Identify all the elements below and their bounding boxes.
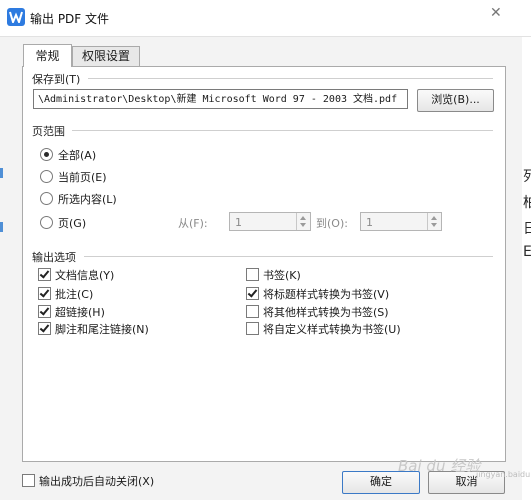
tab-permissions[interactable]: 权限设置 xyxy=(72,46,140,66)
background-glyph: 柏 xyxy=(523,195,531,211)
checkbox[interactable] xyxy=(38,322,51,335)
to-value: 1 xyxy=(366,216,373,229)
from-spinner[interactable]: 1 xyxy=(229,212,311,231)
watermark-url: jingyan.baidu.com xyxy=(476,470,531,479)
checkbox-label: 将其他样式转换为书签(S) xyxy=(263,306,389,319)
window-title: 输出 PDF 文件 xyxy=(30,12,110,26)
watermark: Bai du 经验 xyxy=(398,457,481,475)
close-button[interactable]: ✕ xyxy=(478,0,518,24)
checkbox[interactable] xyxy=(38,287,51,300)
checkbox[interactable] xyxy=(38,305,51,318)
checkbox-label: 书签(K) xyxy=(263,269,301,282)
close-icon: ✕ xyxy=(490,5,502,21)
title-bar: 输出 PDF 文件 ✕ xyxy=(0,0,531,37)
to-label: 到(O): xyxy=(316,217,348,230)
spin-up-icon[interactable] xyxy=(431,216,437,220)
wps-writer-icon xyxy=(7,8,25,26)
radio-button[interactable] xyxy=(40,148,53,161)
radio-button[interactable] xyxy=(40,170,53,183)
checkbox-label: 批注(C) xyxy=(55,288,94,301)
checkbox-label: 脚注和尾注链接(N) xyxy=(55,323,149,336)
background-glyph: 列 xyxy=(523,169,531,185)
spin-buttons[interactable] xyxy=(296,213,310,230)
output-options-label: 输出选项 xyxy=(32,251,76,264)
background-glyph: 日 xyxy=(523,221,531,237)
tab-general[interactable]: 常规 xyxy=(23,44,72,67)
divider xyxy=(72,130,493,131)
checkbox[interactable] xyxy=(38,268,51,281)
save-to-label: 保存到(T) xyxy=(32,73,81,86)
background-document xyxy=(522,36,531,500)
checkbox-label: 输出成功后自动关闭(X) xyxy=(39,475,155,488)
checkbox[interactable] xyxy=(22,474,35,487)
divider xyxy=(84,256,493,257)
checkbox-label: 将自定义样式转换为书签(U) xyxy=(263,323,401,336)
checkbox[interactable] xyxy=(246,268,259,281)
background-mark xyxy=(0,222,3,232)
checkbox[interactable] xyxy=(246,305,259,318)
checkbox-label: 将标题样式转换为书签(V) xyxy=(263,288,390,301)
radio-label: 所选内容(L) xyxy=(58,193,117,206)
radio-label: 全部(A) xyxy=(58,149,97,162)
from-label: 从(F): xyxy=(178,217,208,230)
checkbox[interactable] xyxy=(246,322,259,335)
radio-button[interactable] xyxy=(40,192,53,205)
checkbox-label: 文档信息(Y) xyxy=(55,269,115,282)
radio-label: 页(G) xyxy=(58,217,87,230)
radio-label: 当前页(E) xyxy=(58,171,107,184)
spin-down-icon[interactable] xyxy=(300,223,306,227)
save-path-field[interactable]: \Administrator\Desktop\新建 Microsoft Word… xyxy=(33,89,408,109)
background-mark xyxy=(0,168,3,178)
to-spinner[interactable]: 1 xyxy=(360,212,442,231)
browse-button[interactable]: 浏览(B)... xyxy=(417,89,494,112)
divider xyxy=(88,78,493,79)
spin-buttons[interactable] xyxy=(427,213,441,230)
background-glyph: E xyxy=(523,244,531,260)
general-panel xyxy=(22,66,506,462)
spin-up-icon[interactable] xyxy=(300,216,306,220)
spin-down-icon[interactable] xyxy=(431,223,437,227)
page-range-label: 页范围 xyxy=(32,125,65,138)
radio-button[interactable] xyxy=(40,216,53,229)
checkbox[interactable] xyxy=(246,287,259,300)
from-value: 1 xyxy=(235,216,242,229)
checkbox-label: 超链接(H) xyxy=(55,306,105,319)
